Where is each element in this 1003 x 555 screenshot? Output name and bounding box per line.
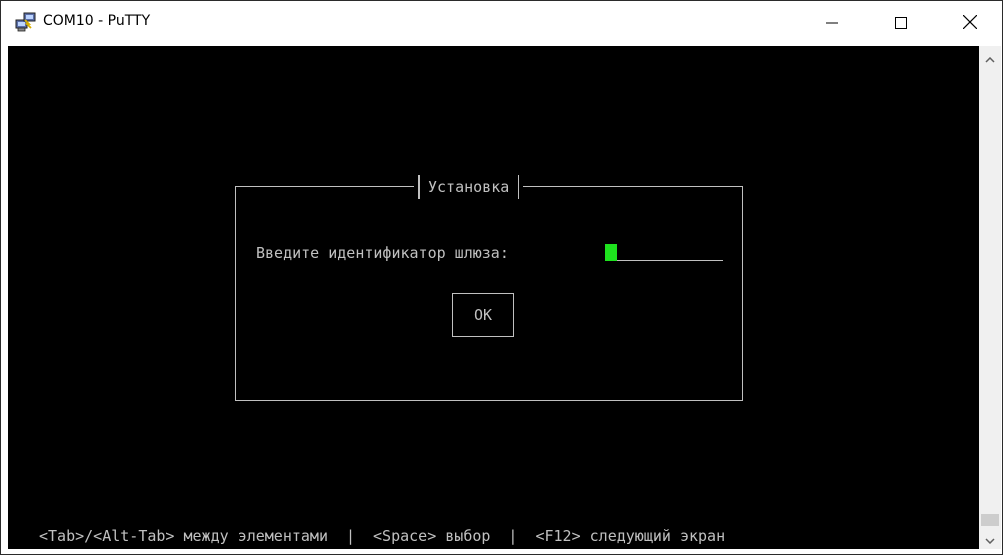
hint-f12-next-screen: <F12> следующий экран bbox=[535, 527, 726, 545]
hint-space-select: <Space> выбор bbox=[373, 527, 491, 545]
putty-computers-icon[interactable] bbox=[15, 11, 37, 33]
hint-separator: | bbox=[508, 527, 518, 545]
dialog-title: Установка bbox=[428, 178, 510, 196]
minimize-button[interactable] bbox=[809, 1, 855, 46]
hint-tab-navigation: <Tab>/<Alt-Tab> между элементами bbox=[39, 527, 328, 545]
scroll-up-button[interactable] bbox=[979, 46, 1001, 68]
ok-button-label: OK bbox=[473, 306, 493, 324]
ok-button[interactable]: OK bbox=[452, 293, 514, 337]
gateway-id-input[interactable] bbox=[617, 244, 723, 261]
hint-separator: | bbox=[345, 527, 356, 545]
maximize-icon bbox=[895, 14, 907, 33]
text-cursor bbox=[605, 244, 617, 261]
dialog-title-frame: Установка bbox=[414, 175, 524, 199]
window-title: COM10 - PuTTY bbox=[43, 13, 151, 29]
gateway-id-label: Введите идентификатор шлюза: bbox=[256, 244, 509, 262]
chevron-down-icon bbox=[985, 529, 995, 548]
close-button[interactable] bbox=[947, 1, 993, 46]
minimize-icon bbox=[826, 14, 838, 33]
close-icon bbox=[962, 14, 978, 33]
scroll-thumb[interactable] bbox=[981, 514, 999, 526]
vertical-scrollbar[interactable] bbox=[979, 46, 1001, 549]
maximize-button[interactable] bbox=[878, 1, 924, 46]
setup-dialog: Установка Введите идентификатор шлюза: O… bbox=[235, 175, 743, 401]
terminal-screen[interactable]: Установка Введите идентификатор шлюза: O… bbox=[8, 46, 979, 549]
title-bar[interactable]: COM10 - PuTTY bbox=[1, 1, 1002, 46]
chevron-up-icon bbox=[985, 48, 995, 67]
scroll-down-button[interactable] bbox=[979, 527, 1001, 549]
key-hints-bar: <Tab>/<Alt-Tab> между элементами | <Spac… bbox=[8, 527, 979, 545]
putty-window: COM10 - PuTTY Установка Введите идентифи… bbox=[0, 0, 1003, 555]
